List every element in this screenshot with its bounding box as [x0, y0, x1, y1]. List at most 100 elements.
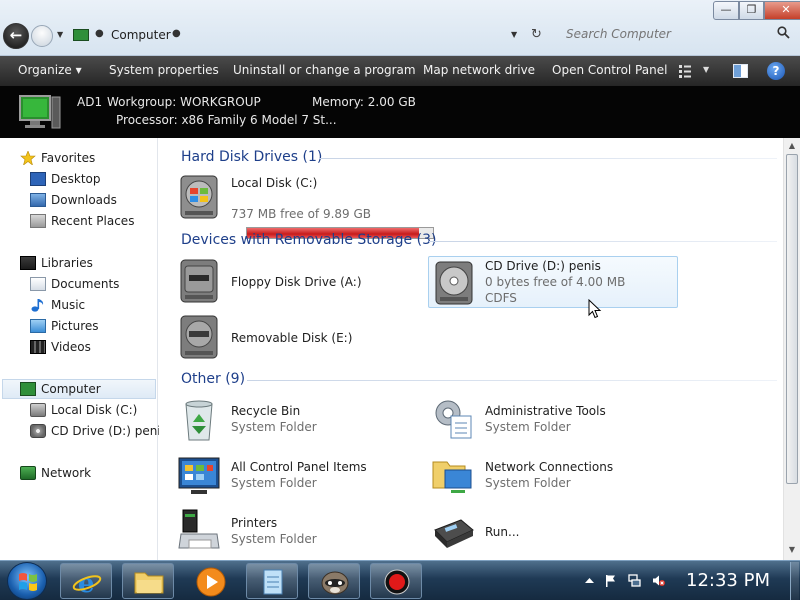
item-type: System Folder	[485, 420, 571, 434]
drive-name: Removable Disk (E:)	[231, 331, 353, 345]
group-hard-disk-drives[interactable]: Hard Disk Drives (1)	[181, 149, 322, 165]
taskbar-media-player[interactable]	[184, 563, 236, 599]
taskbar-raccoon-app[interactable]	[308, 563, 360, 599]
nav-downloads[interactable]: Downloads	[30, 190, 117, 210]
search-box[interactable]	[556, 22, 796, 48]
search-input[interactable]	[566, 27, 766, 41]
taskbar-record-app[interactable]	[370, 563, 422, 599]
nav-pictures-label: Pictures	[51, 319, 99, 333]
scroll-down-icon[interactable]: ▼	[784, 542, 800, 558]
show-hidden-icons-icon[interactable]	[583, 574, 596, 587]
item-name: All Control Panel Items	[231, 460, 367, 474]
workgroup-label: Workgroup: WORKGROUP	[107, 95, 261, 109]
control-panel-icon	[178, 457, 220, 494]
nav-network[interactable]: Network	[20, 463, 91, 483]
scroll-thumb[interactable]	[786, 154, 798, 484]
organize-button[interactable]: Organize ▾	[18, 63, 82, 77]
taskbar-clock[interactable]: 12:33 PM	[686, 570, 770, 591]
mouse-cursor-icon	[588, 299, 602, 319]
nav-pictures[interactable]: Pictures	[30, 316, 99, 336]
folder-icon	[134, 572, 164, 594]
breadcrumb-separator-icon[interactable]: ●	[95, 28, 104, 39]
item-network-connections[interactable]: Network Connections System Folder	[428, 450, 678, 500]
libraries-icon	[20, 256, 36, 270]
floppy-drive-icon	[180, 259, 218, 303]
item-run[interactable]: Run...	[428, 506, 678, 556]
map-network-drive-button[interactable]: Map network drive	[423, 63, 535, 77]
help-icon[interactable]: ?	[767, 62, 785, 80]
nav-favorites[interactable]: Favorites	[20, 148, 95, 168]
administrative-tools-icon	[435, 400, 472, 439]
view-options-dropdown-icon[interactable]: ▼	[703, 65, 709, 74]
nav-libraries[interactable]: Libraries	[20, 253, 93, 273]
run-icon	[434, 519, 474, 548]
computer-icon	[20, 382, 36, 396]
action-center-flag-icon[interactable]	[604, 574, 617, 587]
refresh-icon[interactable]: ↻	[531, 27, 542, 42]
maximize-button[interactable]: ❐	[739, 1, 764, 20]
nav-videos[interactable]: Videos	[30, 337, 91, 357]
show-desktop-button[interactable]	[790, 562, 799, 600]
drive-name: CD Drive (D:) penis	[485, 259, 601, 273]
videos-icon	[30, 340, 46, 354]
close-button[interactable]: ✕	[764, 1, 800, 20]
group-divider	[319, 158, 777, 159]
preview-pane-icon[interactable]	[733, 64, 748, 78]
group-other[interactable]: Other (9)	[181, 371, 245, 387]
recent-pages-dropdown-icon[interactable]: ▼	[57, 30, 63, 39]
item-type: System Folder	[231, 476, 317, 490]
address-dropdown-icon[interactable]: ▼	[511, 30, 517, 39]
minimize-button[interactable]: —	[713, 1, 739, 20]
item-all-control-panel-items[interactable]: All Control Panel Items System Folder	[174, 450, 414, 500]
network-status-icon[interactable]	[628, 574, 641, 587]
nav-libraries-label: Libraries	[41, 256, 93, 270]
item-administrative-tools[interactable]: Administrative Tools System Folder	[428, 394, 678, 444]
window-controls: — ❐ ✕	[713, 1, 800, 20]
taskbar-notepad[interactable]	[246, 563, 298, 599]
title-bar: ← ▼ ● Computer ● ▼ ↻ — ❐ ✕	[0, 0, 800, 56]
back-button[interactable]: ←	[3, 23, 29, 49]
removable-disk-icon	[180, 315, 218, 359]
drive-name: Local Disk (C:)	[231, 176, 318, 190]
vertical-scrollbar[interactable]: ▲ ▼	[783, 138, 800, 560]
recycle-bin-icon	[185, 400, 213, 441]
drive-cd-d[interactable]: CD Drive (D:) penis 0 bytes free of 4.00…	[428, 256, 678, 308]
nav-computer-label: Computer	[41, 382, 101, 396]
drive-floppy-a[interactable]: Floppy Disk Drive (A:)	[174, 256, 414, 306]
internet-explorer-icon: e	[72, 569, 102, 599]
drive-removable-e[interactable]: Removable Disk (E:)	[174, 312, 414, 362]
group-removable-storage[interactable]: Devices with Removable Storage (3)	[181, 232, 436, 248]
nav-computer[interactable]: Computer	[20, 379, 101, 399]
uninstall-program-button[interactable]: Uninstall or change a program	[233, 63, 416, 77]
open-control-panel-button[interactable]: Open Control Panel	[552, 63, 667, 77]
nav-cd-drive[interactable]: CD Drive (D:) penis	[30, 421, 167, 441]
forward-button[interactable]	[31, 25, 53, 47]
taskbar-internet-explorer[interactable]: e	[60, 563, 112, 599]
nav-documents[interactable]: Documents	[30, 274, 119, 294]
volume-muted-icon[interactable]	[652, 574, 665, 587]
nav-recent-places[interactable]: Recent Places	[30, 211, 134, 231]
scroll-up-icon[interactable]: ▲	[784, 138, 800, 154]
breadcrumb-separator-icon[interactable]: ●	[172, 28, 181, 39]
start-button[interactable]	[7, 562, 47, 600]
drive-free-space: 0 bytes free of 4.00 MB	[485, 275, 626, 289]
nav-music[interactable]: Music	[30, 295, 85, 315]
item-recycle-bin[interactable]: Recycle Bin System Folder	[174, 394, 414, 444]
item-name: Recycle Bin	[231, 404, 301, 418]
hard-disk-icon	[180, 175, 218, 219]
record-icon	[384, 569, 410, 595]
search-icon[interactable]	[777, 26, 790, 39]
address-breadcrumb-computer[interactable]: Computer	[111, 28, 171, 42]
pictures-icon	[30, 319, 46, 333]
command-toolbar: Organize ▾ System properties Uninstall o…	[0, 56, 800, 86]
drive-local-disk-c[interactable]: Local Disk (C:) 737 MB free of 9.89 GB	[174, 172, 444, 239]
nav-favorites-label: Favorites	[41, 151, 96, 165]
nav-desktop[interactable]: Desktop	[30, 169, 101, 189]
nav-local-disk[interactable]: Local Disk (C:)	[30, 400, 137, 420]
item-printers[interactable]: Printers System Folder	[174, 506, 414, 556]
system-properties-button[interactable]: System properties	[109, 63, 219, 77]
taskbar-windows-explorer[interactable]	[122, 563, 174, 599]
details-header: AD1 Workgroup: WORKGROUP Memory: 2.00 GB…	[0, 86, 800, 138]
nav-videos-label: Videos	[51, 340, 91, 354]
change-view-icon[interactable]	[678, 64, 692, 78]
